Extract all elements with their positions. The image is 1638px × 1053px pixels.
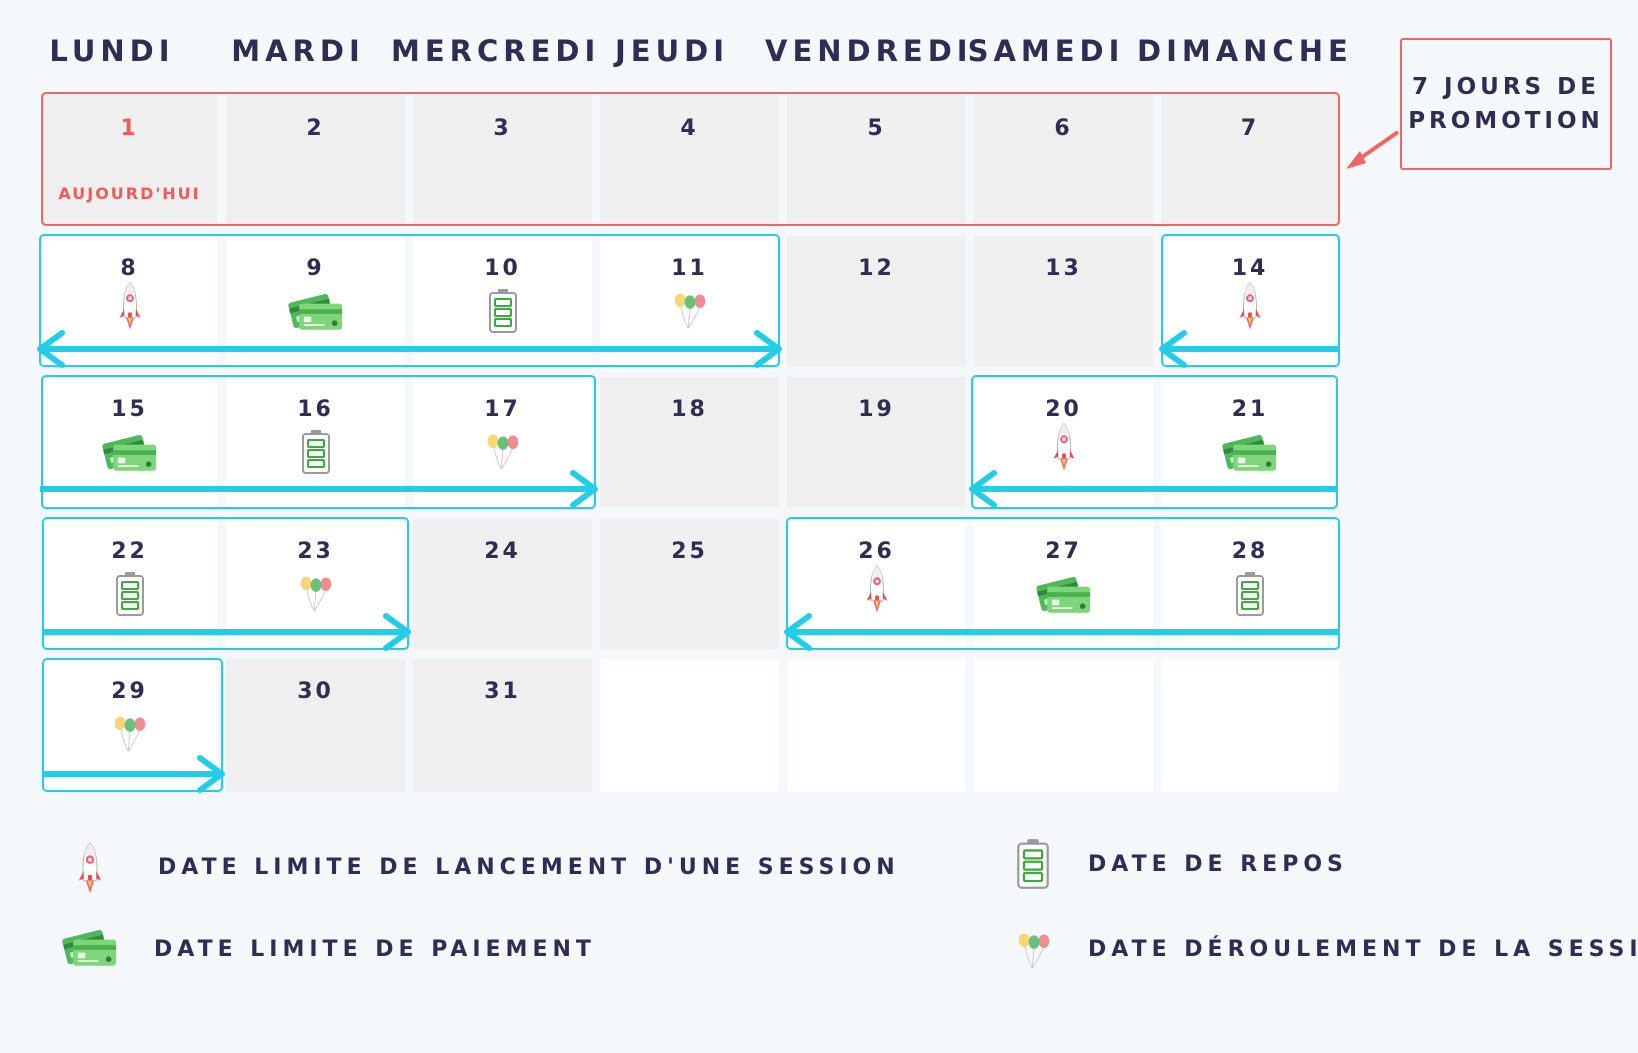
legend-launch-label: DATE LIMITE DE LANCEMENT D'UNE SESSION: [158, 855, 900, 880]
promotion-pointer-arrow: [1346, 130, 1400, 169]
legend-balloons-icon: [1016, 932, 1052, 972]
legend-rest-label: DATE DE REPOS: [1088, 852, 1348, 877]
arrow-days-22-23: [43, 613, 411, 651]
promotion-week-frame: [41, 92, 1340, 226]
legend-credit-card-icon: [62, 928, 118, 968]
arrow-week-2: [37, 330, 782, 368]
legend-rocket-icon: [76, 840, 104, 896]
arrow-days-26-28: [784, 613, 1339, 651]
arrow-day-29: [43, 755, 225, 793]
session-arrows-overlay: [37, 92, 1400, 793]
legend-battery-icon: [1016, 838, 1050, 890]
arrow-week-3: [40, 470, 598, 508]
arrow-days-20-21: [969, 470, 1337, 508]
arrow-day-14: [1159, 330, 1339, 368]
legend-payment-label: DATE LIMITE DE PAIEMENT: [154, 937, 596, 962]
legend-session-label: DATE DÉROULEMENT DE LA SESSION: [1088, 937, 1638, 962]
